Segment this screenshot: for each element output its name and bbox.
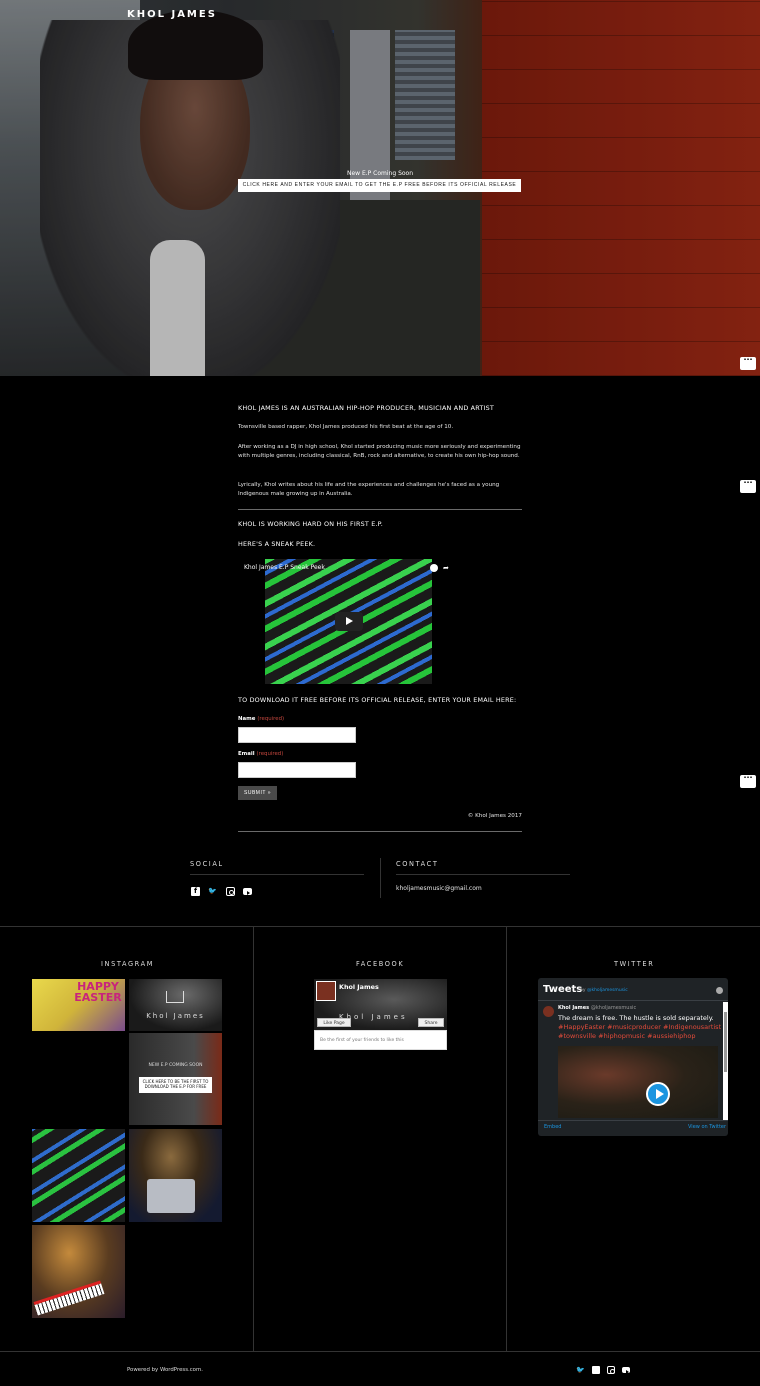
facebook-icon[interactable]: f bbox=[191, 887, 200, 896]
about-paragraph-3: Lyrically, Khol writes about his life an… bbox=[238, 482, 500, 497]
copyright: © Khol James 2017 bbox=[467, 813, 522, 819]
play-button[interactable] bbox=[335, 612, 363, 631]
divider bbox=[238, 831, 522, 832]
facebook-footer-text: Be the first of your friends to like thi… bbox=[314, 1030, 447, 1050]
avatar[interactable] bbox=[316, 981, 336, 1001]
section-divider bbox=[0, 926, 760, 927]
contact-title: CONTACT bbox=[396, 860, 439, 868]
video-title[interactable]: Khol James E.P Sneak Peek bbox=[244, 564, 325, 571]
video-player[interactable]: Khol James E.P Sneak Peek ➦ bbox=[238, 559, 452, 684]
view-on-twitter-link[interactable]: View on Twitter bbox=[688, 1124, 726, 1130]
divider bbox=[238, 509, 522, 510]
twitter-icon[interactable]: 🐦 bbox=[576, 1366, 585, 1374]
twitter-title: TWITTER bbox=[614, 960, 655, 968]
contact-email[interactable]: kholjamesmusic@gmail.com bbox=[396, 885, 482, 892]
photo-caption: CLICK HERE TO BE THE FIRST TO DOWNLOAD T… bbox=[139, 1077, 212, 1093]
instagram-photo[interactable]: Khol James bbox=[129, 979, 222, 1031]
divider bbox=[380, 858, 381, 898]
divider bbox=[538, 1120, 728, 1121]
column-divider bbox=[253, 926, 254, 1351]
more-options-button[interactable]: ··· bbox=[740, 774, 756, 788]
column-divider bbox=[506, 926, 507, 1351]
tweet-text: The dream is free. The hustle is sold se… bbox=[558, 1014, 714, 1022]
email-input[interactable] bbox=[238, 762, 356, 778]
instagram-photo[interactable]: HAPPY EASTER bbox=[32, 979, 125, 1031]
twitter-timeline-widget[interactable]: Tweets by @kholjamesmusic Khol James @kh… bbox=[538, 978, 728, 1136]
facebook-page-name[interactable]: Khol James bbox=[339, 983, 379, 991]
watch-later-icon[interactable] bbox=[430, 564, 438, 572]
hero-cta-title: New E.P Coming Soon bbox=[346, 170, 414, 177]
play-button[interactable] bbox=[646, 1082, 670, 1106]
instagram-photo[interactable]: NEW E.P COMING SOON CLICK HERE TO BE THE … bbox=[129, 1033, 222, 1125]
facebook-title: FACEBOOK bbox=[356, 960, 405, 968]
youtube-icon[interactable] bbox=[243, 888, 252, 895]
about-paragraph-2: After working as a DJ in high school, Kh… bbox=[238, 444, 521, 459]
instagram-title: INSTAGRAM bbox=[101, 960, 154, 968]
youtube-icon[interactable] bbox=[622, 1367, 630, 1374]
hero-cta-button[interactable]: CLICK HERE AND ENTER YOUR EMAIL TO GET T… bbox=[238, 179, 521, 192]
photo-caption: Khol James bbox=[146, 1012, 205, 1020]
tweets-header: Tweets bbox=[543, 984, 583, 995]
tweet-author[interactable]: Khol James @kholjamesmusic bbox=[558, 1005, 636, 1011]
tweets-by: by @kholjamesmusic bbox=[580, 988, 628, 993]
photo-caption: HAPPY EASTER bbox=[74, 980, 122, 1004]
scrollbar[interactable] bbox=[723, 1002, 728, 1120]
name-input[interactable] bbox=[238, 727, 356, 743]
email-label: Email (required) bbox=[238, 751, 284, 757]
divider bbox=[190, 874, 364, 875]
name-label: Name (required) bbox=[238, 716, 285, 722]
share-icon[interactable]: ➦ bbox=[443, 564, 449, 572]
embed-link[interactable]: Embed bbox=[544, 1124, 561, 1130]
divider bbox=[396, 874, 570, 875]
keyboard-icon bbox=[33, 1280, 105, 1316]
like-page-button[interactable]: Like Page bbox=[317, 1018, 351, 1027]
gear-icon[interactable] bbox=[716, 987, 723, 994]
about-paragraph-1: Townsville based rapper, Khol James prod… bbox=[238, 424, 454, 430]
social-title: SOCIAL bbox=[190, 860, 224, 868]
avatar[interactable] bbox=[543, 1006, 554, 1017]
more-options-button[interactable]: ··· bbox=[740, 479, 756, 493]
instagram-icon[interactable] bbox=[226, 887, 235, 896]
site-title[interactable]: KHOL JAMES bbox=[127, 9, 217, 20]
tweet-video[interactable] bbox=[558, 1046, 718, 1118]
ep-heading: KHOL IS WORKING HARD ON HIS FIRST E.P. bbox=[238, 520, 383, 528]
facebook-icon[interactable]: f bbox=[592, 1366, 600, 1374]
sneak-peek-heading: HERE'S A SNEAK PEEK. bbox=[238, 540, 316, 548]
tweet-hashtags[interactable]: #HappyEaster #musicproducer #Indigenousa… bbox=[558, 1023, 723, 1041]
divider bbox=[538, 1000, 728, 1001]
facebook-page-widget[interactable]: Khol James Khol James Like Page Share bbox=[314, 979, 447, 1030]
share-button[interactable]: Share bbox=[418, 1018, 444, 1027]
submit-button[interactable]: SUBMIT » bbox=[238, 786, 277, 800]
photo-caption: NEW E.P COMING SOON bbox=[148, 1063, 203, 1068]
instagram-photo[interactable] bbox=[32, 1225, 125, 1318]
instagram-photo[interactable] bbox=[129, 1129, 222, 1222]
crown-icon bbox=[166, 991, 184, 1003]
laptop-icon bbox=[147, 1179, 195, 1213]
section-divider bbox=[0, 1351, 760, 1352]
about-heading: KHOL JAMES IS AN AUSTRALIAN HIP-HOP PROD… bbox=[238, 404, 494, 412]
instagram-icon[interactable] bbox=[607, 1366, 615, 1374]
more-options-button[interactable]: ··· bbox=[740, 356, 756, 370]
download-heading: TO DOWNLOAD IT FREE BEFORE ITS OFFICIAL … bbox=[238, 696, 517, 704]
powered-by-link[interactable]: Powered by WordPress.com. bbox=[127, 1367, 203, 1373]
twitter-icon[interactable]: 🐦 bbox=[208, 887, 217, 896]
instagram-photo[interactable] bbox=[32, 1129, 125, 1222]
